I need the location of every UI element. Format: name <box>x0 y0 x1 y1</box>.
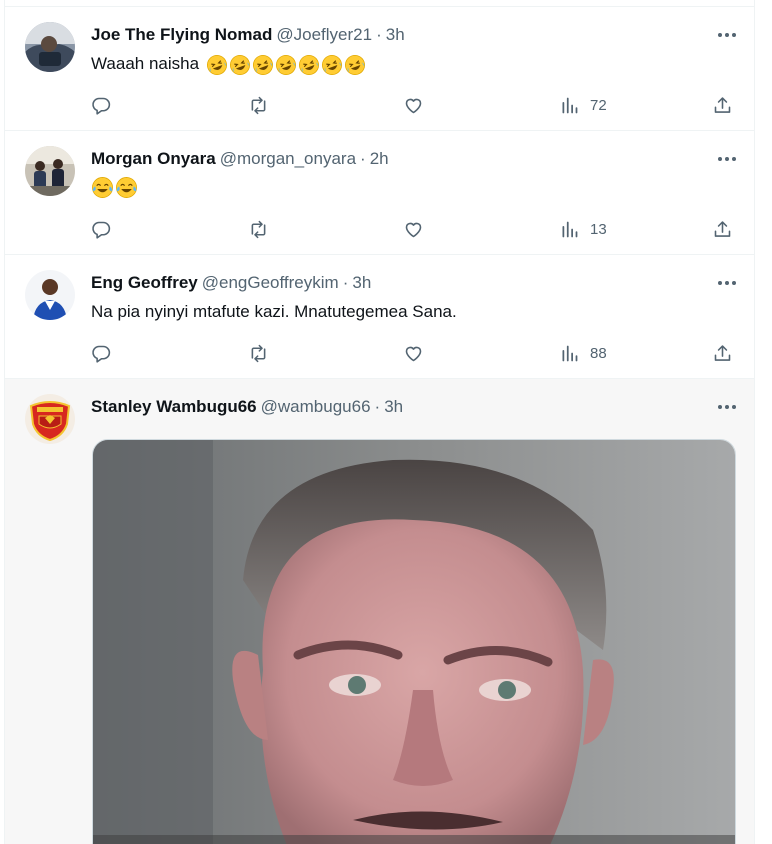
reply-icon <box>92 345 111 363</box>
timestamp[interactable]: 3h <box>386 25 405 44</box>
share-icon <box>714 96 731 113</box>
emoji-group <box>91 176 138 199</box>
display-name[interactable]: Morgan Onyara <box>91 149 216 168</box>
joy-emoji-icon <box>92 177 113 198</box>
separator: · <box>376 25 382 44</box>
share-button[interactable] <box>712 341 733 365</box>
rofl-emoji-icon <box>298 54 319 75</box>
rofl-emoji-icon <box>275 54 296 75</box>
user-handle[interactable]: @wambugu66 <box>261 397 371 416</box>
tweet-header: Joe The Flying Nomad @Joeflyer21 · 3h <box>91 24 694 46</box>
views-chart-icon <box>562 221 578 237</box>
retweet-icon <box>251 344 266 362</box>
share-button[interactable] <box>712 93 733 117</box>
reply-button[interactable] <box>91 341 112 365</box>
avatar[interactable] <box>25 394 75 444</box>
display-name[interactable]: Joe The Flying Nomad <box>91 25 272 44</box>
tweet-header: Morgan Onyara @morgan_onyara · 2h <box>91 148 694 170</box>
timeline-top-divider <box>5 0 754 7</box>
manchester-united-crest-icon <box>25 394 75 444</box>
timestamp[interactable]: 2h <box>370 149 389 168</box>
emoji-group <box>206 54 366 76</box>
user-handle[interactable]: @morgan_onyara <box>220 149 356 168</box>
display-name[interactable]: Eng Geoffrey <box>91 273 198 292</box>
tweet-header: Stanley Wambugu66 @wambugu66 · 3h <box>91 396 694 418</box>
tweet[interactable]: Joe The Flying Nomad @Joeflyer21 · 3h Waaah… <box>5 7 754 131</box>
views-button[interactable]: 88 <box>559 341 607 365</box>
retweet-button[interactable] <box>248 341 269 365</box>
rofl-emoji-icon <box>252 54 273 75</box>
share-button[interactable] <box>712 217 733 241</box>
more-options-icon[interactable] <box>718 397 736 417</box>
views-count: 72 <box>590 96 607 114</box>
avatar-photo-icon <box>25 22 75 72</box>
tweet[interactable]: Stanley Wambugu66 @wambugu66 · 3h <box>5 379 754 844</box>
timestamp[interactable]: 3h <box>384 397 403 416</box>
more-options-icon[interactable] <box>718 273 736 293</box>
man-portrait-image <box>93 440 735 844</box>
views-chart-icon <box>562 97 578 113</box>
heart-icon <box>405 98 422 113</box>
tweet-text <box>91 176 724 206</box>
views-button[interactable]: 72 <box>559 93 607 117</box>
reply-button[interactable] <box>91 217 112 241</box>
rofl-emoji-icon <box>206 54 227 75</box>
tweet-text-content: Waaah naisha <box>91 54 200 73</box>
more-options-icon[interactable] <box>718 25 736 45</box>
rofl-emoji-icon <box>229 54 250 75</box>
tweet-media-image[interactable] <box>92 439 736 844</box>
separator: · <box>342 273 349 292</box>
timeline: Joe The Flying Nomad @Joeflyer21 · 3h Waaah… <box>4 0 755 844</box>
more-options-icon[interactable] <box>718 149 736 169</box>
avatar[interactable] <box>25 146 75 196</box>
tweet-actions: 88 <box>91 341 739 365</box>
rofl-emoji-icon <box>344 54 365 75</box>
like-button[interactable] <box>403 217 424 241</box>
tweet-text: Waaah naisha <box>91 52 724 76</box>
avatar-photo-icon <box>25 270 75 320</box>
views-chart-icon <box>562 345 578 361</box>
tweet[interactable]: Morgan Onyara @morgan_onyara · 2h 13 <box>5 131 754 255</box>
tweet-text: Na pia nyinyi mtafute kazi. Mnatutegemea… <box>91 300 724 324</box>
retweet-button[interactable] <box>248 217 269 241</box>
views-button[interactable]: 13 <box>559 217 607 241</box>
tweet-actions: 72 <box>91 93 739 117</box>
share-icon <box>714 220 731 237</box>
joy-emoji-icon <box>116 177 137 198</box>
heart-icon <box>405 222 422 237</box>
retweet-button[interactable] <box>248 93 269 117</box>
user-handle[interactable]: @Joeflyer21 <box>276 25 372 44</box>
reply-button[interactable] <box>91 93 112 117</box>
share-icon <box>714 344 731 361</box>
heart-icon <box>405 346 422 361</box>
tweet[interactable]: Eng Geoffrey @engGeoffreykim · 3h Na pia ny… <box>5 255 754 379</box>
like-button[interactable] <box>403 93 424 117</box>
separator: · <box>374 397 381 416</box>
display-name[interactable]: Stanley Wambugu66 <box>91 397 257 416</box>
avatar[interactable] <box>25 22 75 72</box>
rofl-emoji-icon <box>321 54 342 75</box>
views-count: 13 <box>590 220 607 238</box>
avatar[interactable] <box>25 270 75 320</box>
tweet-actions: 13 <box>91 217 739 241</box>
retweet-icon <box>251 220 266 238</box>
like-button[interactable] <box>403 341 424 365</box>
retweet-icon <box>251 96 266 114</box>
separator: · <box>360 149 366 168</box>
timestamp[interactable]: 3h <box>352 273 371 292</box>
reply-icon <box>92 221 111 239</box>
tweet-header: Eng Geoffrey @engGeoffreykim · 3h <box>91 272 694 294</box>
views-count: 88 <box>590 344 607 362</box>
user-handle[interactable]: @engGeoffreykim <box>202 273 339 292</box>
avatar-photo-icon <box>25 146 75 196</box>
tweet-text-content: Na pia nyinyi mtafute kazi. Mnatutegemea… <box>91 302 457 321</box>
reply-icon <box>92 97 111 115</box>
